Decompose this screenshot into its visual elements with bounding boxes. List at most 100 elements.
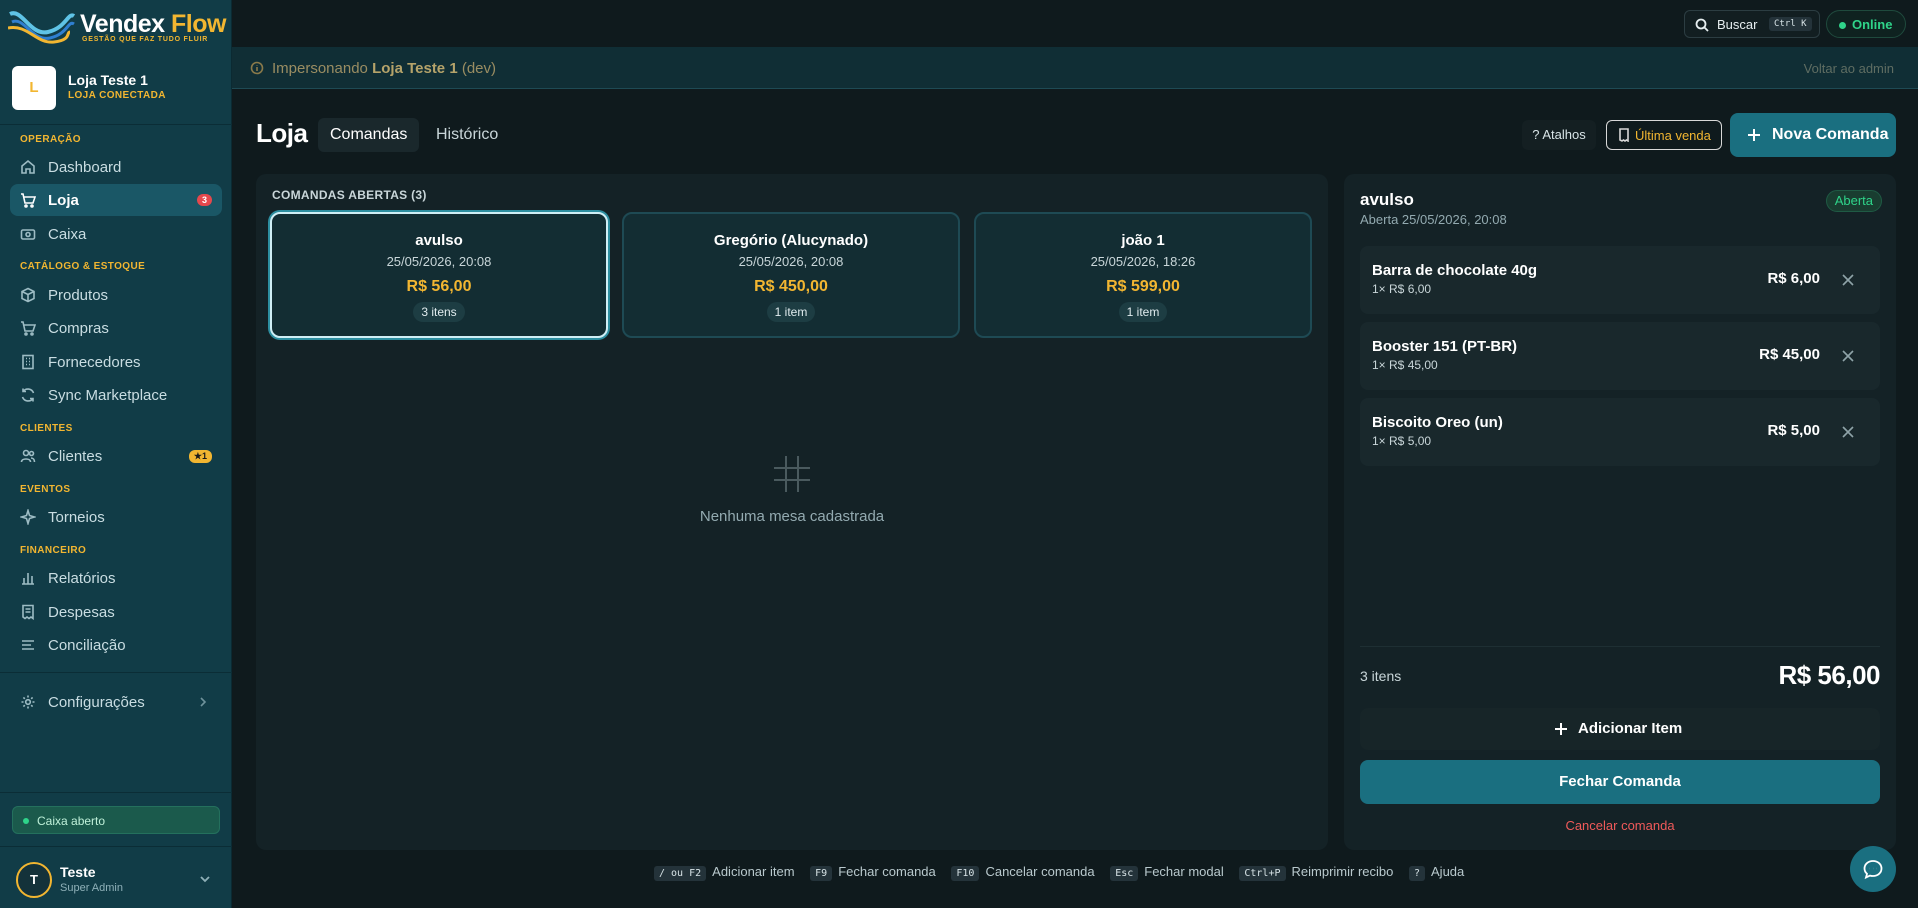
search-shortcut: Ctrl K [1769, 17, 1812, 31]
sidebar-item-caixa[interactable]: Caixa [10, 218, 222, 250]
sidebar-item-conciliacao[interactable]: Conciliação [10, 629, 222, 661]
item-quantity: 1× R$ 45,00 [1372, 358, 1438, 372]
divider [0, 846, 232, 847]
online-label: Online [1852, 17, 1893, 32]
caixa-status-pill[interactable]: Caixa aberto [12, 806, 220, 834]
shortcut-key: F10 [951, 866, 980, 881]
order-card[interactable]: Gregório (Alucynado) 25/05/2026, 20:08 R… [622, 212, 960, 338]
order-detail-date: Aberta 25/05/2026, 20:08 [1360, 212, 1507, 227]
tab-comandas[interactable]: Comandas [318, 118, 420, 152]
shortcut-label: Ajuda [1431, 864, 1465, 879]
sidebar-item-compras[interactable]: Compras [10, 312, 222, 344]
vip-badge: ★1 [188, 450, 212, 463]
order-total: R$ 56,00 [1778, 660, 1880, 690]
sidebar-item-label: Loja [48, 192, 79, 209]
order-name: avulso [415, 232, 463, 249]
divider [0, 124, 232, 125]
add-item-button[interactable]: Adicionar Item [1360, 708, 1880, 750]
chat-button[interactable] [1850, 846, 1896, 892]
sidebar-item-label: Sync Marketplace [48, 387, 168, 404]
order-card[interactable]: avulso 25/05/2026, 20:08 R$ 56,00 3 iten… [270, 212, 608, 338]
sidebar-item-clientes[interactable]: Clientes ★1 [10, 440, 222, 472]
item-quantity: 1× R$ 6,00 [1372, 282, 1432, 296]
chevron-right-icon [196, 695, 210, 709]
sidebar-item-despesas[interactable]: Despesas [10, 596, 222, 628]
info-icon [250, 61, 264, 75]
list-item[interactable]: Booster 151 (PT-BR) 1× R$ 45,00 R$ 45,00 [1360, 322, 1880, 390]
divider [0, 672, 232, 673]
brand-name: Vendex Flow [80, 10, 226, 38]
order-card[interactable]: joão 1 25/05/2026, 18:26 R$ 599,00 1 ite… [974, 212, 1312, 338]
shortcut-label: Reimprimir recibo [1291, 864, 1394, 879]
sidebar-item-loja[interactable]: Loja 3 [10, 184, 222, 216]
sidebar-item-dashboard[interactable]: Dashboard [10, 151, 222, 183]
order-total: R$ 56,00 [406, 278, 472, 295]
keyboard-shortcuts-bar: / ou F2 Adicionar item F9 Fechar comanda F… [654, 864, 1476, 884]
open-orders-heading: COMANDAS ABERTAS (3) [272, 188, 427, 202]
order-date: 25/05/2026, 18:26 [1090, 254, 1196, 269]
shortcut-key: ? [1408, 866, 1426, 881]
shortcut-label: Fechar comanda [838, 864, 936, 879]
sidebar-item-label: Produtos [48, 287, 109, 304]
shortcuts-button[interactable]: ? Atalhos [1522, 120, 1596, 150]
new-order-button[interactable]: Nova Comanda [1730, 113, 1896, 157]
sidebar-item-sync-marketplace[interactable]: Sync Marketplace [10, 379, 222, 411]
order-item-count: 1 item [766, 302, 816, 322]
sidebar-item-configuracoes[interactable]: Configurações [10, 686, 222, 718]
divider [0, 792, 232, 793]
item-name: Barra de chocolate 40g [1372, 262, 1538, 279]
plus-icon [1554, 722, 1568, 736]
new-order-label: Nova Comanda [1772, 126, 1889, 143]
list-icon [20, 637, 36, 653]
brand-logo[interactable]: Vendex Flow GESTÃO QUE FAZ TUDO FLUIR [8, 6, 226, 46]
wave-logo-icon [8, 11, 76, 44]
sidebar-item-label: Fornecedores [48, 354, 141, 371]
sidebar-item-fornecedores[interactable]: Fornecedores [10, 346, 222, 378]
cash-icon [20, 226, 36, 242]
tab-historico[interactable]: Histórico [424, 118, 510, 152]
section-clientes: CLIENTES [20, 423, 73, 434]
order-date: 25/05/2026, 20:08 [738, 254, 844, 269]
topbar [232, 0, 1918, 46]
user-name: Teste [60, 864, 96, 880]
shortcut-hint: ? Ajuda [1408, 864, 1465, 881]
chevron-down-icon[interactable] [198, 872, 212, 886]
last-sale-button[interactable]: Última venda [1606, 120, 1722, 150]
sidebar-item-label: Despesas [48, 604, 115, 621]
page-title: Loja [256, 118, 308, 148]
sidebar-item-relatorios[interactable]: Relatórios [10, 562, 222, 594]
section-eventos: EVENTOS [20, 484, 71, 495]
order-detail-panel: avulso Aberta 25/05/2026, 20:08 Aberta B… [1344, 174, 1896, 850]
order-date: 25/05/2026, 20:08 [386, 254, 492, 269]
online-status: Online [1826, 10, 1906, 38]
shortcut-hint: / ou F2 Adicionar item [654, 864, 795, 881]
search-button[interactable]: Buscar Ctrl K [1684, 10, 1820, 38]
open-orders-panel: COMANDAS ABERTAS (3) avulso 25/05/2026, … [256, 174, 1328, 850]
brand-tagline: GESTÃO QUE FAZ TUDO FLUIR [82, 36, 209, 43]
shortcut-key: / ou F2 [654, 866, 707, 881]
status-badge: Aberta [1825, 190, 1882, 212]
search-icon [1694, 17, 1710, 33]
list-item[interactable]: Biscoito Oreo (un) 1× R$ 5,00 R$ 5,00 [1360, 398, 1880, 466]
sidebar-item-torneios[interactable]: Torneios [10, 501, 222, 533]
order-item-count: 1 item [1118, 302, 1168, 322]
shortcut-label: Cancelar comanda [985, 864, 1095, 879]
shortcut-hint: F10 Cancelar comanda [951, 864, 1095, 881]
close-order-button[interactable]: Fechar Comanda [1360, 760, 1880, 804]
store-card[interactable]: L Loja Teste 1 LOJA CONECTADA [12, 66, 220, 112]
close-icon[interactable] [1842, 273, 1854, 286]
back-to-admin-link[interactable]: Voltar ao admin [1804, 61, 1894, 76]
last-sale-label: Última venda [1635, 128, 1711, 143]
close-icon[interactable] [1842, 349, 1854, 362]
cancel-order-link[interactable]: Cancelar comanda [1360, 814, 1880, 838]
avatar[interactable]: T [16, 862, 52, 898]
list-item[interactable]: Barra de chocolate 40g 1× R$ 6,00 R$ 6,0… [1360, 246, 1880, 314]
order-total: R$ 450,00 [754, 278, 828, 295]
close-icon[interactable] [1842, 425, 1854, 438]
status-dot [1839, 22, 1846, 29]
sidebar: Vendex Flow GESTÃO QUE FAZ TUDO FLUIR L … [0, 0, 232, 908]
sidebar-item-label: Dashboard [48, 159, 122, 176]
shortcut-key: Esc [1110, 866, 1139, 881]
sidebar-item-produtos[interactable]: Produtos [10, 279, 222, 311]
impersonation-banner: Impersonando Loja Teste 1 (dev) Voltar a… [232, 47, 1918, 89]
